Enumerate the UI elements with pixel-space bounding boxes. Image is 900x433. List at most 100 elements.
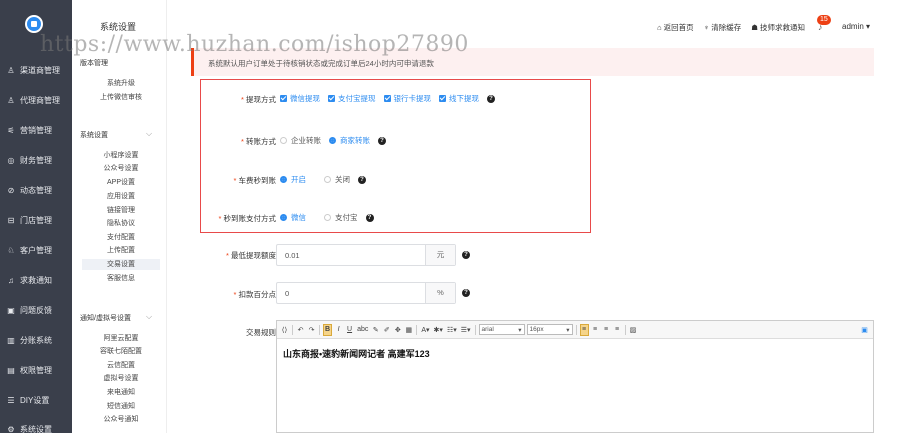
align-left-icon[interactable]: ≡ xyxy=(579,323,589,336)
help-icon[interactable]: ? xyxy=(358,175,366,184)
carfee-on-radio[interactable]: 开启 xyxy=(280,174,306,185)
submenu-item[interactable]: 上传微信审核 xyxy=(82,92,160,103)
fee-label: 扣款百分点 xyxy=(238,290,277,299)
store-icon: ⊟ xyxy=(7,215,15,225)
bg-color-icon[interactable]: ✱▾ xyxy=(433,324,444,336)
font-family-select[interactable]: arial ▾ xyxy=(478,324,525,335)
ordered-list-icon[interactable]: ☷▾ xyxy=(446,324,458,336)
chevron-down-icon: ⌵ xyxy=(146,312,153,321)
submenu-item[interactable]: 容联七陌配置 xyxy=(82,346,160,357)
align-right-icon[interactable]: ≡ xyxy=(602,324,611,336)
group-notify[interactable]: 通知/虚拟号设置 ⌵ xyxy=(80,312,152,323)
finance-icon: ◎ xyxy=(7,155,15,165)
instant-alipay-radio[interactable]: 支付宝 xyxy=(324,212,358,223)
submenu-item[interactable]: 隐私协议 xyxy=(82,218,160,229)
font-size-select[interactable]: 16px ▾ xyxy=(526,324,573,335)
min-withdraw-input[interactable]: 0.01 元 xyxy=(276,244,456,266)
redo-icon[interactable]: ↷ xyxy=(307,324,316,336)
help-icon[interactable]: ? xyxy=(462,251,470,259)
brush-icon[interactable]: ✎ xyxy=(371,324,380,336)
nav-item-marketing[interactable]: ⚟ 营销管理 xyxy=(0,120,72,140)
nav-item-customers[interactable]: ♘ 客户管理 xyxy=(0,240,72,260)
help-icon[interactable]: ? xyxy=(487,94,495,103)
align-center-icon[interactable]: ≡ xyxy=(591,324,600,336)
sos-notify-link[interactable]: ☗ 技师求救通知 xyxy=(751,22,805,33)
submenu-item[interactable]: 云信配置 xyxy=(82,360,160,371)
transfer-enterprise-radio[interactable]: 企业转账 xyxy=(280,135,321,146)
transfer-merchant-radio[interactable]: 商家转账 xyxy=(329,135,370,146)
withdraw-row: * 提现方式 微信提现 支付宝提现 银行卡提现 线下提现 ? xyxy=(200,93,495,104)
user-menu[interactable]: admin ▾ xyxy=(842,22,870,31)
carfee-row: * 车费秒到账 开启 关闭 ? xyxy=(200,174,366,185)
submenu-item[interactable]: 系统升级 xyxy=(82,78,160,89)
nav-item-store[interactable]: ⊟ 门店管理 xyxy=(0,210,72,230)
image-icon[interactable]: ▨ xyxy=(629,324,638,336)
nav-item-channel[interactable]: ♙ 渠道商管理 xyxy=(0,60,72,80)
submenu-item[interactable]: 支付配置 xyxy=(82,232,160,243)
unordered-list-icon[interactable]: ☰▾ xyxy=(460,324,472,336)
submenu-item[interactable]: 公众号设置 xyxy=(82,163,160,174)
fee-row: * 扣款百分点 xyxy=(233,290,277,299)
instant-wechat-radio[interactable]: 微信 xyxy=(280,212,306,223)
withdraw-alipay-checkbox[interactable]: 支付宝提现 xyxy=(328,93,376,104)
group-system[interactable]: 系统设置 ⌵ xyxy=(80,129,152,140)
help-icon[interactable]: ? xyxy=(365,213,374,222)
home-link[interactable]: ⌂ 返回首页 xyxy=(657,22,694,33)
submenu-item[interactable]: 来电通知 xyxy=(82,387,160,398)
submenu-item[interactable]: 虚拟号设置 xyxy=(82,373,160,384)
instant-row: * 秒到账支付方式 微信 支付宝 ? xyxy=(200,212,374,223)
submenu-item[interactable]: 公众号通知 xyxy=(82,414,160,425)
nav-item-settings[interactable]: ⚙ 系统设置 xyxy=(0,419,72,433)
agent-icon: ♙ xyxy=(7,95,15,105)
submenu-title: 系统设置 xyxy=(100,22,137,32)
fullscreen-icon[interactable]: ▣ xyxy=(860,324,869,336)
diy-icon: ☰ xyxy=(7,395,15,405)
eraser-icon[interactable]: ✐ xyxy=(382,324,391,336)
withdraw-offline-checkbox[interactable]: 线下提现 xyxy=(439,93,479,104)
italic-icon[interactable]: I xyxy=(334,324,343,336)
submenu-item[interactable]: 应用设置 xyxy=(82,191,160,202)
submenu-item[interactable]: APP设置 xyxy=(82,177,160,188)
nav-item-feedback[interactable]: ▣ 问题反馈 xyxy=(0,300,72,320)
split-icon: ▥ xyxy=(7,335,15,345)
nav-item-agent[interactable]: ♙ 代理商管理 xyxy=(0,90,72,110)
rules-label: 交易规则 xyxy=(246,328,276,337)
help-icon[interactable]: ? xyxy=(378,136,386,145)
submenu-item[interactable]: 客服信息 xyxy=(82,273,160,284)
clear-cache-link[interactable]: ♆ 清除缓存 xyxy=(704,22,742,33)
submenu-item[interactable]: 链接管理 xyxy=(82,205,160,216)
fee-percent-input[interactable]: 0 % xyxy=(276,282,456,304)
submenu-item-active[interactable]: 交易设置 xyxy=(82,259,160,270)
table-icon[interactable]: ▦ xyxy=(404,324,413,336)
submenu-item[interactable]: 短信通知 xyxy=(82,401,160,412)
nav-item-split[interactable]: ▥ 分账系统 xyxy=(0,330,72,350)
nav-item-finance[interactable]: ◎ 财务管理 xyxy=(0,150,72,170)
format-icon[interactable]: ✥ xyxy=(393,324,402,336)
withdraw-bank-checkbox[interactable]: 银行卡提现 xyxy=(383,93,431,104)
editor-content[interactable]: 山东商报•速豹新闻网记者 高建军123 xyxy=(277,339,873,368)
carfee-off-radio[interactable]: 关闭 xyxy=(324,174,350,185)
feedback-icon: ▣ xyxy=(7,305,15,315)
underline-icon[interactable]: U xyxy=(345,324,354,336)
bold-icon[interactable]: B xyxy=(323,323,333,336)
align-justify-icon[interactable]: ≡ xyxy=(613,324,622,336)
settings-submenu: 系统设置 版本管理 系统升级 上传微信审核 系统设置 ⌵ 小程序设置 公众号设置 … xyxy=(72,0,167,433)
font-color-icon[interactable]: A▾ xyxy=(420,324,430,336)
withdraw-wechat-checkbox[interactable]: 微信提现 xyxy=(280,93,320,104)
settings-icon: ⚙ xyxy=(7,424,15,433)
source-icon[interactable]: ⟨⟩ xyxy=(280,324,289,336)
nav-item-sos[interactable]: ♫ 求救通知 xyxy=(0,270,72,290)
submenu-item[interactable]: 阿里云配置 xyxy=(82,333,160,344)
nav-item-diy[interactable]: ☰ DIY设置 xyxy=(0,390,72,410)
nav-item-permission[interactable]: ▤ 权限管理 xyxy=(0,360,72,380)
rich-text-editor[interactable]: ⟨⟩ ↶ ↷ B I U abc ✎ ✐ ✥ ▦ A▾ ✱▾ ☷▾ ☰▾ ari… xyxy=(276,320,874,433)
nav-item-feed[interactable]: ⊘ 动态管理 xyxy=(0,180,72,200)
help-icon[interactable]: ? xyxy=(462,289,470,297)
submenu-item[interactable]: 小程序设置 xyxy=(82,150,160,161)
strike-icon[interactable]: abc xyxy=(356,324,369,336)
group-version[interactable]: 版本管理 xyxy=(80,58,108,68)
submenu-item[interactable]: 上传配置 xyxy=(82,245,160,256)
undo-icon[interactable]: ↶ xyxy=(296,324,305,336)
top-header: ⌂ 返回首页 ♆ 清除缓存 ☗ 技师求救通知 ♪ 15 admin ▾ xyxy=(167,0,900,48)
permission-icon: ▤ xyxy=(7,365,15,375)
